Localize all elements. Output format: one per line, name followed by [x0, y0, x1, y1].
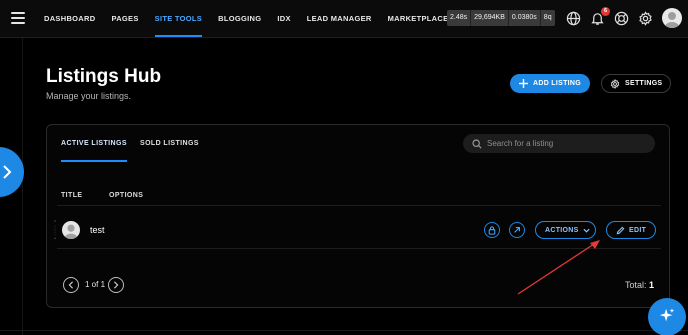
nav-site-tools[interactable]: SITE TOOLS: [154, 0, 203, 38]
globe-icon[interactable]: [566, 11, 581, 26]
chevron-down-icon: [583, 228, 590, 233]
tab-active-listings[interactable]: ACTIVE LISTINGS: [61, 140, 127, 147]
ai-assistant-button[interactable]: [648, 298, 686, 335]
sidebar-divider: [22, 38, 23, 335]
chevron-right-icon: [114, 281, 119, 289]
annotation-arrow-icon: [517, 240, 600, 295]
drag-handle-icon[interactable]: ⌃ ⋮ ⋮ ⌄: [52, 221, 58, 241]
edit-label: EDIT: [629, 226, 647, 234]
page-subtitle: Manage your listings.: [46, 91, 132, 101]
nav-idx[interactable]: IDX: [277, 0, 290, 38]
debug-memory: 29,694KB: [471, 10, 509, 26]
debug-time: 2.48s: [447, 10, 472, 26]
notification-badge: 6: [601, 7, 610, 16]
actions-label: ACTIONS: [545, 226, 579, 234]
add-listing-button[interactable]: ADD LISTING: [510, 74, 590, 93]
arrow-up-right-icon: [514, 227, 520, 233]
header-divider: [57, 205, 661, 206]
user-avatar[interactable]: [662, 8, 682, 28]
sidebar-expand-button[interactable]: [0, 147, 24, 197]
settings-button[interactable]: SETTINGS: [601, 74, 671, 93]
prev-page-button[interactable]: [63, 277, 79, 293]
nav-dashboard[interactable]: DASHBOARD: [44, 0, 95, 38]
nav-pages[interactable]: PAGES: [111, 0, 138, 38]
debug-query-time: 0.0380s: [509, 10, 541, 26]
nav-marketplace[interactable]: MARKETPLACE: [388, 0, 449, 38]
gear-icon[interactable]: [638, 11, 653, 26]
add-listing-label: ADD LISTING: [533, 80, 582, 87]
gear-icon: [610, 78, 620, 89]
next-page-button[interactable]: [108, 277, 124, 293]
total-count: Total: 1: [625, 280, 654, 290]
listing-title[interactable]: test: [90, 225, 105, 235]
sparkle-icon: [659, 308, 675, 322]
edit-button[interactable]: EDIT: [606, 221, 656, 239]
debug-query-count: 8q: [543, 14, 552, 21]
search-field[interactable]: [463, 134, 655, 153]
chevron-right-icon: [3, 165, 12, 179]
lock-icon: [488, 226, 496, 235]
hamburger-menu-icon[interactable]: [11, 12, 25, 24]
plus-icon: [519, 79, 528, 88]
chevron-left-icon: [68, 281, 73, 289]
lock-button[interactable]: [484, 222, 500, 238]
top-navigation-bar: DASHBOARD PAGES SITE TOOLS BLOGGING IDX …: [0, 0, 688, 38]
page-title: Listings Hub: [46, 66, 162, 87]
column-title: TITLE: [61, 192, 83, 199]
main-nav: DASHBOARD PAGES SITE TOOLS BLOGGING IDX …: [44, 0, 464, 38]
tab-sold-listings[interactable]: SOLD LISTINGS: [140, 140, 199, 147]
column-options: OPTIONS: [109, 192, 144, 199]
total-value: 1: [648, 280, 654, 290]
pencil-icon: [616, 226, 625, 234]
search-input[interactable]: [487, 139, 647, 148]
debug-stats-bar[interactable]: 2.48s 29,694KB 0.0380s 8q: [447, 10, 555, 26]
help-lifebuoy-icon[interactable]: [614, 11, 629, 26]
nav-lead-manager[interactable]: LEAD MANAGER: [307, 0, 372, 38]
total-label: Total:: [624, 280, 647, 290]
listing-avatar: [62, 221, 80, 239]
search-icon: [472, 138, 482, 149]
active-tab-indicator: [61, 160, 127, 162]
page-indicator: 1 of 1: [85, 280, 106, 289]
settings-label: SETTINGS: [625, 80, 663, 87]
bottom-divider: [0, 330, 688, 331]
nav-blogging[interactable]: BLOGGING: [218, 0, 261, 38]
